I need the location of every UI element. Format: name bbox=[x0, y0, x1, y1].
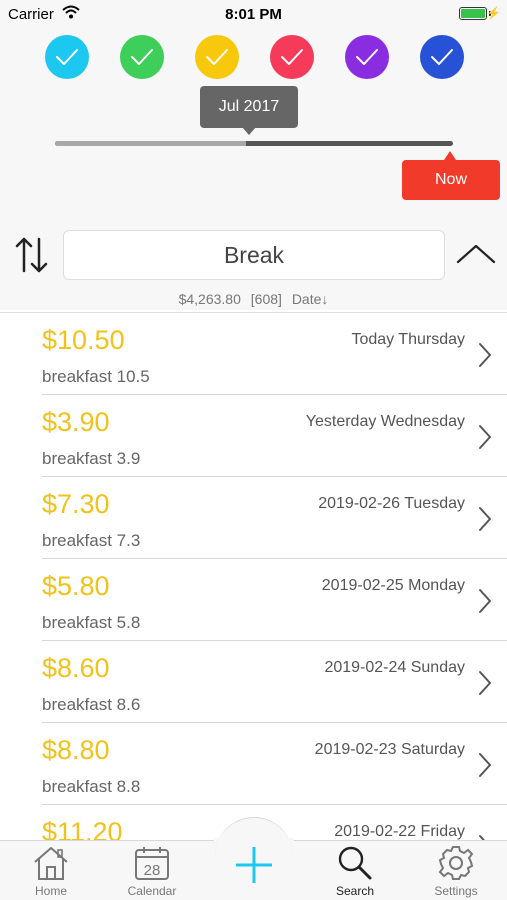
tab-calendar-label: Calendar bbox=[127, 884, 177, 898]
entry-list: $10.50 Today Thursday breakfast 10.5 $3.90 Y… bbox=[0, 312, 507, 887]
entry-note: breakfast 10.5 bbox=[42, 367, 150, 386]
entry-note: breakfast 8.8 bbox=[42, 777, 141, 796]
entry-amount: $3.90 bbox=[42, 407, 110, 437]
entry-amount: $10.50 bbox=[42, 325, 125, 355]
chevron-right-icon bbox=[477, 669, 493, 702]
entry-date: 2019-02-23 Saturday bbox=[314, 741, 465, 758]
entry-note: breakfast 8.6 bbox=[42, 695, 141, 714]
status-bar: Carrier 8:01 PM ⚡ bbox=[0, 0, 507, 28]
list-item[interactable]: $10.50 Today Thursday breakfast 10.5 bbox=[0, 313, 507, 395]
entry-note: breakfast 7.3 bbox=[42, 531, 141, 550]
house-icon bbox=[34, 847, 68, 880]
color-filter-blue[interactable] bbox=[420, 35, 464, 79]
tab-calendar[interactable]: 28 Calendar bbox=[112, 843, 192, 900]
now-button-arrow bbox=[444, 151, 456, 160]
tab-settings[interactable]: Settings bbox=[416, 843, 496, 900]
checkmark-icon bbox=[131, 49, 153, 65]
chevron-right-icon bbox=[477, 423, 493, 456]
now-button[interactable]: Now bbox=[402, 160, 500, 200]
list-item[interactable]: $8.60 2019-02-24 Sunday breakfast 8.6 bbox=[0, 641, 507, 723]
checkmark-icon bbox=[281, 49, 303, 65]
clock-label: 8:01 PM bbox=[225, 6, 282, 23]
entry-date: 2019-02-25 Monday bbox=[321, 577, 465, 594]
color-filter-purple[interactable] bbox=[345, 35, 389, 79]
entry-note: breakfast 5.8 bbox=[42, 613, 141, 632]
plus-icon bbox=[236, 847, 272, 883]
total-amount: $4,263.80 bbox=[178, 291, 241, 307]
chevron-right-icon bbox=[477, 751, 493, 784]
add-entry-button[interactable] bbox=[214, 843, 294, 900]
entry-amount: $7.30 bbox=[42, 489, 110, 519]
checkmark-icon bbox=[56, 49, 78, 65]
entry-amount: $8.60 bbox=[42, 653, 110, 683]
charging-icon: ⚡ bbox=[486, 6, 501, 20]
gear-icon bbox=[438, 846, 474, 880]
chevron-right-icon bbox=[477, 505, 493, 538]
color-filter-red[interactable] bbox=[270, 35, 314, 79]
entry-amount: $5.80 bbox=[42, 571, 110, 601]
magnifier-icon bbox=[338, 846, 372, 880]
tab-search-label: Search bbox=[335, 884, 375, 898]
list-item[interactable]: $3.90 Yesterday Wednesday breakfast 3.9 bbox=[0, 395, 507, 477]
sort-toggle-icon[interactable] bbox=[14, 235, 50, 280]
entry-date: 2019-02-24 Sunday bbox=[324, 659, 465, 676]
search-input[interactable]: Break bbox=[63, 230, 445, 280]
entry-amount: $8.80 bbox=[42, 735, 110, 765]
chevron-right-icon bbox=[477, 587, 493, 620]
tab-settings-label: Settings bbox=[434, 884, 478, 898]
sort-order-label[interactable]: Date↓ bbox=[292, 291, 329, 307]
date-tooltip: Jul 2017 bbox=[200, 86, 298, 128]
tab-search[interactable]: Search bbox=[315, 843, 395, 900]
entry-note: breakfast 3.9 bbox=[42, 449, 141, 468]
entry-date: Yesterday Wednesday bbox=[305, 413, 465, 430]
entry-date: 2019-02-22 Friday bbox=[334, 823, 465, 840]
date-slider-filled[interactable] bbox=[55, 141, 246, 146]
svg-text:28: 28 bbox=[144, 862, 161, 879]
color-filter-yellow[interactable] bbox=[195, 35, 239, 79]
checkmark-icon bbox=[356, 49, 378, 65]
battery-icon bbox=[459, 7, 487, 20]
checkmark-icon bbox=[431, 49, 453, 65]
checkmark-icon bbox=[206, 49, 228, 65]
color-filter-cyan[interactable] bbox=[45, 35, 89, 79]
list-item[interactable]: $5.80 2019-02-25 Monday breakfast 5.8 bbox=[0, 559, 507, 641]
results-summary: $4,263.80 [608] Date↓ bbox=[0, 291, 507, 307]
chevron-right-icon bbox=[477, 341, 493, 374]
date-tooltip-arrow bbox=[242, 127, 256, 135]
color-filter-green[interactable] bbox=[120, 35, 164, 79]
tab-home[interactable]: Home bbox=[11, 843, 91, 900]
tab-home-label: Home bbox=[34, 884, 67, 898]
list-item[interactable]: $7.30 2019-02-26 Tuesday breakfast 7.3 bbox=[0, 477, 507, 559]
entry-date: Today Thursday bbox=[351, 331, 465, 348]
chevron-up-icon[interactable] bbox=[455, 240, 497, 273]
entry-date: 2019-02-26 Tuesday bbox=[318, 495, 465, 512]
list-item[interactable]: $8.80 2019-02-23 Saturday breakfast 8.8 bbox=[0, 723, 507, 805]
calendar-icon: 28 bbox=[135, 847, 169, 880]
result-count: [608] bbox=[250, 291, 282, 307]
